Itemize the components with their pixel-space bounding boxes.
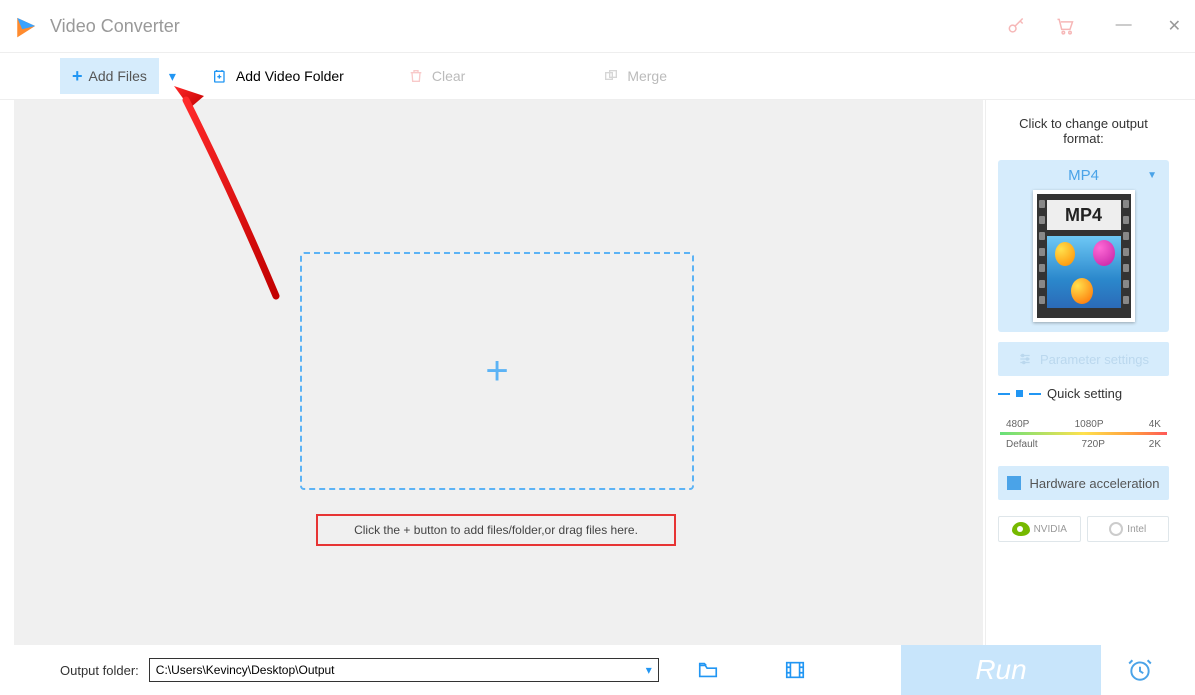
intel-icon	[1109, 522, 1123, 536]
nvidia-icon	[1012, 522, 1030, 536]
run-label: Run	[975, 654, 1026, 686]
plus-icon: +	[72, 66, 83, 87]
sliders-icon	[1018, 352, 1032, 366]
right-panel: Click to change output format: MP4 ▼ MP4…	[985, 100, 1181, 645]
chip-icon	[1007, 476, 1021, 490]
hw-label: Hardware acceleration	[1029, 476, 1159, 491]
main-area: + Click the + button to add files/folder…	[14, 100, 1181, 645]
quick-setting-label: Quick setting	[1047, 386, 1122, 401]
key-icon[interactable]	[1006, 16, 1026, 36]
slider-label: 720P	[1082, 439, 1105, 450]
open-folder-icon[interactable]	[695, 659, 721, 681]
merge-icon	[603, 68, 619, 84]
slider-label: 4K	[1149, 419, 1161, 430]
trash-icon	[408, 68, 424, 84]
film-reel-icon[interactable]	[783, 659, 807, 681]
annotation-arrow-icon	[164, 86, 304, 316]
format-preview: MP4	[1033, 190, 1135, 322]
output-folder-label: Output folder:	[60, 663, 139, 678]
format-name: MP4	[1068, 167, 1099, 184]
intel-chip[interactable]: Intel	[1087, 516, 1170, 542]
merge-button[interactable]: Merge	[591, 58, 679, 94]
slider-label: 1080P	[1075, 419, 1104, 430]
format-label: Click to change output format:	[998, 116, 1169, 146]
cart-icon[interactable]	[1054, 16, 1076, 36]
nvidia-label: NVIDIA	[1034, 524, 1067, 535]
qs-line	[1029, 393, 1041, 395]
add-files-button[interactable]: + Add Files	[60, 58, 159, 94]
folder-plus-icon	[212, 68, 228, 84]
add-files-label: Add Files	[89, 68, 147, 84]
add-folder-label: Add Video Folder	[236, 68, 344, 84]
parameter-settings-button[interactable]: Parameter settings	[998, 342, 1169, 376]
merge-label: Merge	[627, 68, 667, 84]
hint-box: Click the + button to add files/folder,o…	[316, 514, 676, 546]
drop-plus-icon: +	[485, 349, 508, 394]
bottom-bar: Output folder: C:\Users\Kevincy\Desktop\…	[14, 645, 1181, 695]
drop-zone[interactable]: +	[300, 252, 694, 490]
app-title: Video Converter	[50, 16, 1006, 37]
chevron-down-icon: ▾	[646, 663, 652, 677]
quick-setting-row: Quick setting	[998, 386, 1169, 401]
hint-text: Click the + button to add files/folder,o…	[354, 523, 638, 537]
intel-label: Intel	[1127, 524, 1146, 535]
add-folder-button[interactable]: Add Video Folder	[200, 58, 356, 94]
qs-dot-icon	[1016, 390, 1023, 397]
slider-label: 480P	[1006, 419, 1029, 430]
slider-track	[1000, 432, 1167, 435]
close-button[interactable]: ✕	[1168, 16, 1181, 36]
add-files-dropdown[interactable]: ▾	[163, 58, 182, 94]
format-selector[interactable]: MP4 ▼ MP4	[998, 160, 1169, 332]
workspace: + Click the + button to add files/folder…	[14, 100, 983, 645]
output-path: C:\Users\Kevincy\Desktop\Output	[156, 663, 335, 677]
run-button[interactable]: Run	[901, 645, 1101, 695]
hardware-accel-button[interactable]: Hardware acceleration	[998, 466, 1169, 500]
app-logo-icon	[14, 13, 40, 39]
quality-slider[interactable]: 480P 1080P 4K Default 720P 2K	[998, 411, 1169, 452]
toolbar: + Add Files ▾ Add Video Folder Clear Mer…	[0, 52, 1195, 100]
clear-button[interactable]: Clear	[396, 58, 477, 94]
chevron-down-icon: ▼	[1147, 170, 1157, 181]
nvidia-chip[interactable]: NVIDIA	[998, 516, 1081, 542]
qs-line	[998, 393, 1010, 395]
format-badge: MP4	[1047, 200, 1121, 230]
slider-label: 2K	[1149, 439, 1161, 450]
title-bar: Video Converter — ✕	[0, 0, 1195, 52]
param-label: Parameter settings	[1040, 352, 1149, 367]
slider-label: Default	[1006, 439, 1038, 450]
alarm-clock-icon[interactable]	[1127, 657, 1153, 683]
output-folder-input[interactable]: C:\Users\Kevincy\Desktop\Output ▾	[149, 658, 659, 682]
clear-label: Clear	[432, 68, 465, 84]
minimize-button[interactable]: —	[1116, 16, 1132, 36]
